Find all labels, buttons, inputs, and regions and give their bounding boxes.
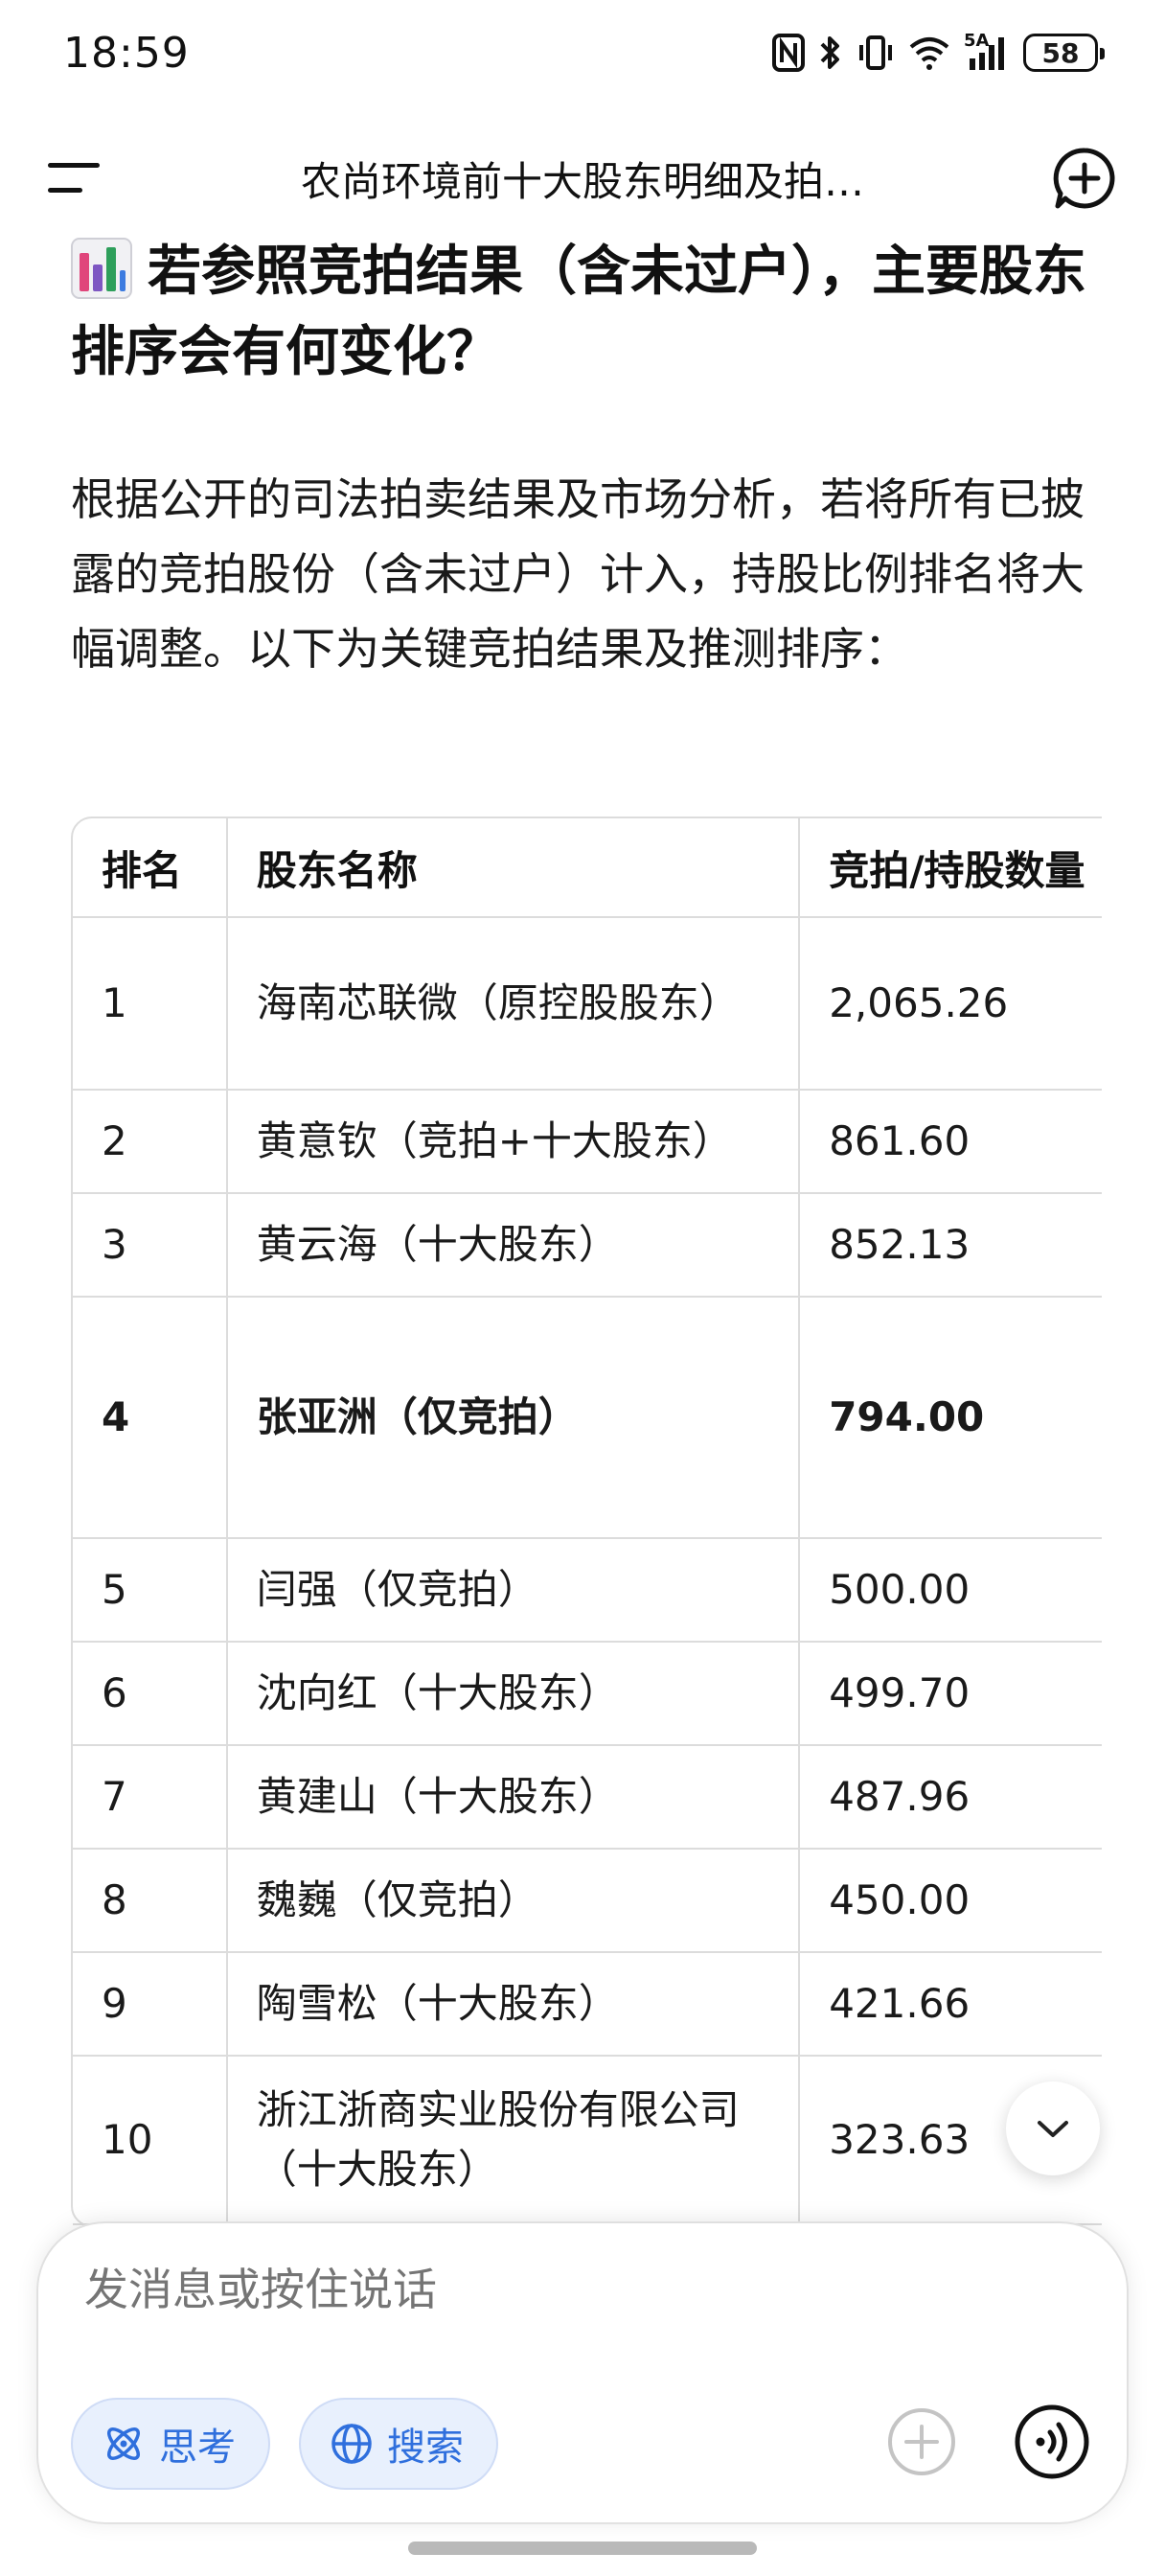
header-qty: 竞拍/持股数量: [800, 818, 1102, 918]
table-row: 9 陶雪松（十大股东） 421.66: [73, 1953, 1102, 2057]
header-name: 股东名称: [227, 818, 801, 918]
table-row: 10 浙江浙商实业股份有限公司（十大股东） 323.63: [73, 2057, 1102, 2225]
table-row: 8 魏巍（仅竞拍） 450.00: [73, 1850, 1102, 1953]
table-row: 6 沈向红（十大股东） 499.70: [73, 1643, 1102, 1746]
qty-cell: 2,065.26: [800, 918, 1102, 1091]
rank-cell: 5: [73, 1539, 228, 1643]
rank-cell: 8: [73, 1850, 228, 1953]
heading-text: 若参照竞拍结果（含未过户），主要股东排序会有何变化？: [71, 241, 1086, 383]
name-cell: 沈向红（十大股东）: [227, 1643, 801, 1746]
rank-cell: 4: [73, 1298, 228, 1539]
bluetooth-icon: [818, 33, 843, 73]
add-attachment-button[interactable]: [885, 2405, 958, 2478]
qty-cell: 861.60: [800, 1091, 1102, 1194]
conversation-title[interactable]: 农尚环境前十大股东明细及拍…: [144, 150, 1021, 208]
qty-cell: 500.00: [800, 1539, 1102, 1643]
message-composer: 思考 搜索: [38, 2223, 1127, 2522]
new-chat-button[interactable]: [1052, 146, 1117, 211]
qty-cell: 852.13: [800, 1194, 1102, 1298]
shareholder-table: 排名 股东名称 竞拍/持股数量 1 海南芯联微（原控股股东） 2,065.26 …: [71, 816, 1102, 2225]
name-cell: 黄建山（十大股东）: [227, 1746, 801, 1850]
table-row: 7 黄建山（十大股东） 487.96: [73, 1746, 1102, 1850]
name-cell: 闫强（仅竞拍）: [227, 1539, 801, 1643]
battery-level: 58: [1041, 36, 1080, 69]
battery-icon: 58: [1023, 34, 1105, 72]
intro-paragraph: 根据公开的司法拍卖结果及市场分析，若将所有已披露的竞拍股份（含未过户）计入，持股…: [71, 473, 1085, 675]
name-cell: 海南芯联微（原控股股东）: [227, 918, 801, 1091]
rank-cell: 7: [73, 1746, 228, 1850]
qty-cell: 499.70: [800, 1643, 1102, 1746]
qty-cell: 450.00: [800, 1850, 1102, 1953]
globe-icon: [331, 2424, 372, 2464]
name-cell: 浙江浙商实业股份有限公司（十大股东）: [227, 2057, 801, 2225]
shareholder-table-scroll[interactable]: 排名 股东名称 竞拍/持股数量 1 海南芯联微（原控股股东） 2,065.26 …: [71, 816, 1102, 2225]
bar-chart-emoji: [71, 238, 132, 299]
menu-icon-line: [48, 188, 82, 193]
header-rank: 排名: [73, 818, 228, 918]
name-cell: 魏巍（仅竞拍）: [227, 1850, 801, 1953]
name-cell: 陶雪松（十大股东）: [227, 1953, 801, 2057]
rank-cell: 6: [73, 1643, 228, 1746]
status-icons: 5A 58: [772, 31, 1105, 73]
chat-header: 农尚环境前十大股东明细及拍…: [0, 125, 1165, 230]
rank-cell: 3: [73, 1194, 228, 1298]
rank-cell: 1: [73, 918, 228, 1091]
name-cell: 黄意钦（竞拍+十大股东）: [227, 1091, 801, 1194]
status-bar: 18:59 5A 58: [0, 0, 1165, 115]
qty-cell: 421.66: [800, 1953, 1102, 2057]
voice-call-button[interactable]: [1012, 2402, 1092, 2482]
menu-icon: [48, 163, 100, 168]
table-row: 2 黄意钦（竞拍+十大股东） 861.60: [73, 1091, 1102, 1194]
table-row: 3 黄云海（十大股东） 852.13: [73, 1194, 1102, 1298]
search-button[interactable]: 搜索: [299, 2398, 498, 2490]
new-chat-icon: [1053, 148, 1115, 209]
plus-circle-icon: [888, 2408, 955, 2475]
vibrate-icon: [857, 33, 895, 73]
voice-wave-icon: [1015, 2404, 1089, 2479]
wifi-icon: [908, 33, 950, 73]
name-cell: 黄云海（十大股东）: [227, 1194, 801, 1298]
chevron-down-icon: [1038, 2121, 1068, 2137]
nfc-icon: [772, 33, 805, 73]
rank-cell: 10: [73, 2057, 228, 2225]
qty-cell: 794.00: [800, 1298, 1102, 1539]
search-label: 搜索: [387, 2426, 464, 2470]
home-indicator[interactable]: [408, 2542, 757, 2555]
network-type: 5A: [964, 31, 990, 51]
message-content: 若参照竞拍结果（含未过户），主要股东排序会有何变化？ 根据公开的司法拍卖结果及市…: [71, 230, 1098, 686]
menu-button[interactable]: [48, 159, 105, 197]
scroll-to-bottom-button[interactable]: [1006, 2082, 1100, 2175]
section-heading: 若参照竞拍结果（含未过户），主要股东排序会有何变化？: [71, 232, 1098, 393]
rank-cell: 2: [73, 1091, 228, 1194]
think-button[interactable]: 思考: [71, 2398, 270, 2490]
status-time: 18:59: [63, 29, 190, 78]
table-row: 1 海南芯联微（原控股股东） 2,065.26: [73, 918, 1102, 1091]
cellular-signal-icon: 5A: [964, 31, 1010, 73]
think-label: 思考: [159, 2426, 236, 2470]
table-row: 4 张亚洲（仅竞拍） 794.00: [73, 1298, 1102, 1539]
table-header-row: 排名 股东名称 竞拍/持股数量: [73, 818, 1102, 918]
name-cell: 张亚洲（仅竞拍）: [227, 1298, 801, 1539]
message-input[interactable]: [84, 2264, 947, 2315]
table-row: 5 闫强（仅竞拍） 500.00: [73, 1539, 1102, 1643]
rank-cell: 9: [73, 1953, 228, 2057]
qty-cell: 487.96: [800, 1746, 1102, 1850]
atom-icon: [107, 2427, 140, 2460]
